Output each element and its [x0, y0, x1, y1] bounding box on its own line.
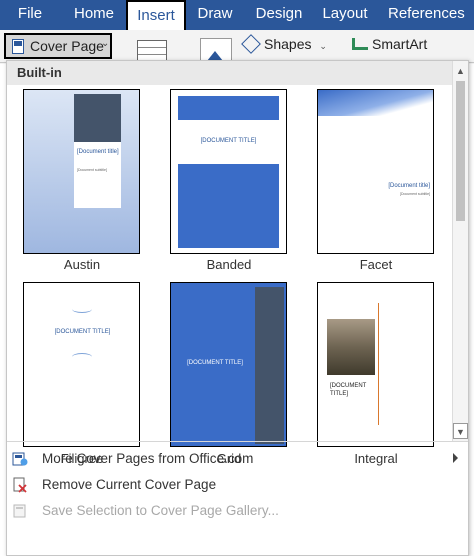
template-title: [DOCUMENT TITLE] — [187, 360, 243, 366]
chevron-down-icon: ⌄ — [101, 38, 110, 49]
gallery-section-header: Built-in — [7, 61, 456, 85]
more-cover-pages-label: More Cover Pages from Office.com — [42, 451, 254, 466]
facet-header-wave — [318, 90, 433, 116]
gallery-scrollbar[interactable]: ▲ ▼ — [452, 61, 468, 441]
office-web-icon — [12, 451, 28, 467]
shapes-label: Shapes — [264, 36, 312, 52]
smartart-icon — [352, 38, 368, 50]
template-label-austin: Austin — [63, 257, 101, 272]
more-cover-pages-item[interactable]: More Cover Pages from Office.com — [7, 446, 468, 472]
scroll-up-icon[interactable]: ▲ — [453, 63, 468, 79]
submenu-arrow-icon — [453, 453, 458, 463]
save-selection-item[interactable]: Save Selection to Cover Page Gallery... — [7, 498, 468, 524]
section-title: Built-in — [17, 65, 62, 80]
shapes-icon — [241, 34, 261, 54]
cover-template-grid[interactable]: [DOCUMENT TITLE] — [170, 282, 287, 447]
template-subtitle: [Document subtitle] — [77, 168, 107, 172]
cover-template-filigree[interactable]: [DOCUMENT TITLE] — [23, 282, 140, 447]
template-title: [DOCUMENT TITLE] — [330, 383, 367, 397]
filigree-ornament — [72, 353, 92, 361]
tab-insert[interactable]: Insert — [126, 0, 186, 30]
tab-home[interactable]: Home — [68, 0, 120, 30]
remove-cover-page-item[interactable]: Remove Current Cover Page — [7, 472, 468, 498]
cover-template-austin[interactable]: [Document title] [Document subtitle] — [23, 89, 140, 254]
template-label-banded: Banded — [206, 257, 252, 272]
cover-page-button[interactable]: Cover Page ⌄ — [4, 33, 112, 59]
tab-design[interactable]: Design — [252, 0, 306, 30]
banded-bottom-band — [178, 164, 279, 248]
ribbon-tab-bar: File Home Insert Draw Design Layout Refe… — [0, 0, 474, 30]
cover-template-facet[interactable]: [Document title] [Document subtitle] — [317, 89, 434, 254]
scroll-down-icon[interactable]: ▼ — [453, 423, 468, 439]
tab-layout[interactable]: Layout — [320, 0, 370, 30]
template-label-facet: Facet — [359, 257, 393, 272]
cover-template-banded[interactable]: [DOCUMENT TITLE] — [170, 89, 287, 254]
save-selection-label: Save Selection to Cover Page Gallery... — [42, 503, 279, 518]
template-subtitle: [Document subtitle] — [400, 192, 430, 196]
template-title: [Document title] — [77, 149, 119, 155]
banded-top-band — [178, 96, 279, 120]
smartart-button[interactable]: SmartArt — [352, 36, 427, 52]
tab-references[interactable]: References — [388, 0, 465, 30]
smartart-label: SmartArt — [372, 36, 428, 52]
remove-cover-page-label: Remove Current Cover Page — [42, 477, 217, 492]
integral-accent-line — [378, 303, 379, 425]
cover-page-label: Cover Page — [30, 38, 104, 54]
table-icon[interactable] — [137, 40, 167, 62]
cover-page-gallery: Built-in ▲ ▼ [Document title] [Document … — [6, 60, 469, 556]
austin-header-block — [74, 94, 121, 142]
tab-draw[interactable]: Draw — [192, 0, 238, 30]
template-title: [Document title] — [388, 183, 430, 189]
scroll-thumb[interactable] — [456, 81, 465, 221]
remove-page-icon — [12, 477, 28, 493]
tab-file[interactable]: File — [10, 0, 50, 30]
save-gallery-icon — [12, 503, 28, 519]
integral-photo — [327, 319, 375, 375]
cover-template-integral[interactable]: [DOCUMENT TITLE] — [317, 282, 434, 447]
template-title: [DOCUMENT TITLE] — [54, 329, 111, 335]
grid-side-panel — [255, 287, 284, 444]
filigree-ornament — [72, 305, 92, 313]
menu-divider — [7, 441, 468, 442]
chevron-down-icon: ⌄ — [319, 41, 327, 51]
cover-page-icon — [12, 39, 24, 54]
template-title: [DOCUMENT TITLE] — [200, 138, 257, 144]
shapes-button[interactable]: Shapes ⌄ — [241, 34, 327, 54]
